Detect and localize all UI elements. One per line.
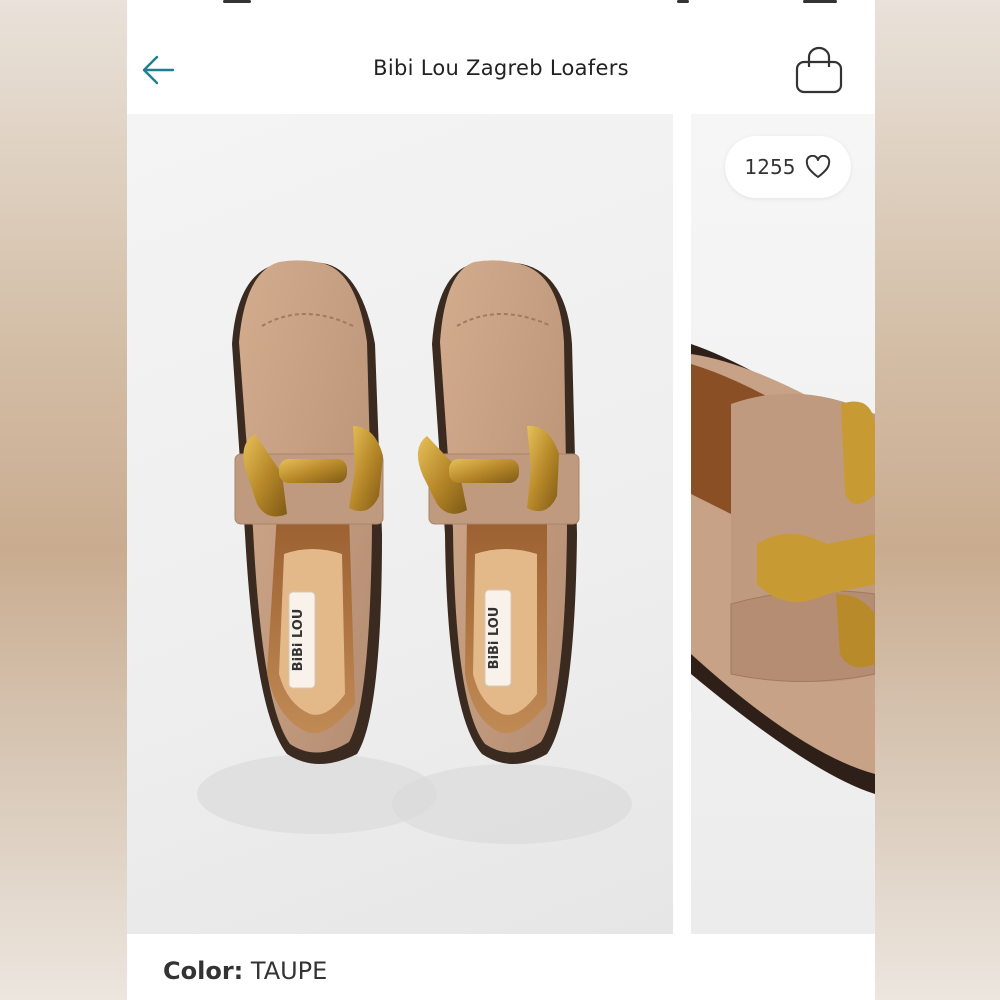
heart-outline-icon xyxy=(806,155,831,178)
page-title: Bibi Lou Zagreb Loafers xyxy=(373,56,629,80)
like-count: 1255 xyxy=(744,155,796,179)
insole-brand-left: BiBi LOU xyxy=(291,609,306,672)
loafers-illustration: BiBi LOU BiBi LOU xyxy=(197,260,632,844)
insole-brand-right: BiBi LOU xyxy=(487,607,502,670)
color-label: Color: xyxy=(163,957,244,985)
loafer-closeup-illustration xyxy=(691,344,875,794)
cart-button[interactable] xyxy=(793,46,847,94)
top-nav-bar: Bibi Lou Zagreb Loafers xyxy=(127,18,875,115)
status-bar xyxy=(127,0,875,18)
blurred-backdrop-right xyxy=(875,0,1000,1000)
back-button[interactable] xyxy=(139,50,179,90)
color-value: TAUPE xyxy=(250,957,328,985)
arrow-left-icon xyxy=(142,55,175,85)
wishlist-button[interactable]: 1255 xyxy=(725,136,851,198)
blurred-backdrop-left xyxy=(0,0,127,1000)
shopping-bag-icon xyxy=(795,46,843,94)
product-image-carousel[interactable]: BiBi LOU BiBi LOU 1255 xyxy=(127,114,875,934)
product-image-next[interactable] xyxy=(691,114,875,934)
color-selection: Color: TAUPE xyxy=(163,957,327,985)
app-screen: Bibi Lou Zagreb Loafers BiBi LOU BiBi LO… xyxy=(127,0,875,1000)
product-image-main[interactable]: BiBi LOU BiBi LOU xyxy=(127,114,673,934)
